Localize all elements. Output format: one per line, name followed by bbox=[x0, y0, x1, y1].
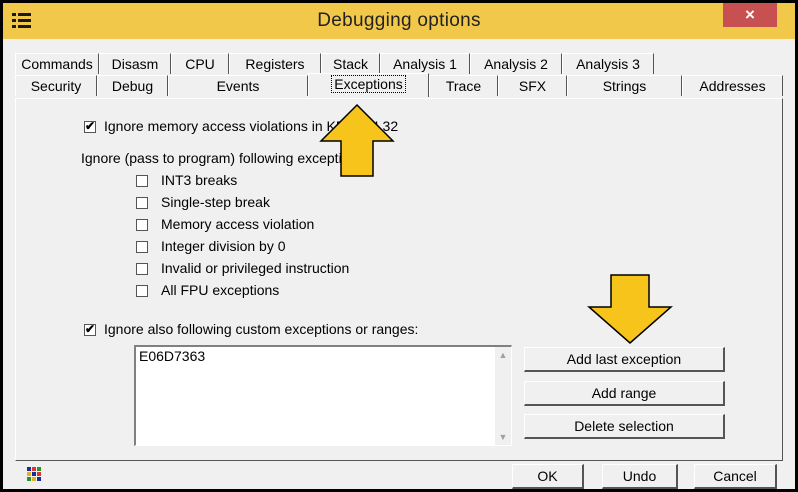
tab-row-2: Security Debug Events Exceptions Trace S… bbox=[15, 73, 785, 97]
invalid-instruction-label: Invalid or privileged instruction bbox=[161, 260, 350, 276]
close-button[interactable]: × bbox=[723, 3, 777, 27]
tab-exceptions-label: Exceptions bbox=[331, 75, 406, 93]
tab-commands[interactable]: Commands bbox=[15, 53, 99, 74]
add-last-exception-button[interactable]: Add last exception bbox=[524, 347, 725, 372]
ok-button[interactable]: OK bbox=[512, 464, 584, 489]
int3-breaks-checkbox[interactable] bbox=[136, 175, 148, 187]
tab-debug[interactable]: Debug bbox=[97, 75, 168, 96]
dialog-client-area: Commands Disasm CPU Registers Stack Anal… bbox=[9, 39, 789, 489]
tab-disasm[interactable]: Disasm bbox=[99, 53, 171, 74]
tab-exceptions[interactable]: Exceptions bbox=[308, 73, 429, 97]
title-bar[interactable]: Debugging options × bbox=[3, 3, 795, 39]
tab-security[interactable]: Security bbox=[15, 75, 97, 96]
tab-analysis-3[interactable]: Analysis 3 bbox=[562, 53, 654, 74]
ignore-kernel32-checkbox[interactable]: ✔ bbox=[84, 120, 96, 133]
fpu-exceptions-label: All FPU exceptions bbox=[161, 282, 280, 298]
tab-analysis-2[interactable]: Analysis 2 bbox=[470, 53, 562, 74]
integer-division-label: Integer division by 0 bbox=[161, 238, 286, 254]
up-arrow-annotation-icon bbox=[319, 103, 395, 177]
debugging-options-window: Debugging options × Commands Disasm CPU … bbox=[0, 0, 798, 492]
tab-registers[interactable]: Registers bbox=[229, 53, 321, 74]
scroll-down-icon[interactable]: ▼ bbox=[495, 429, 511, 445]
window-title: Debugging options bbox=[317, 10, 481, 31]
add-range-button[interactable]: Add range bbox=[524, 381, 725, 406]
tab-trace[interactable]: Trace bbox=[429, 75, 498, 96]
down-arrow-annotation-icon bbox=[587, 274, 673, 344]
tab-cpu[interactable]: CPU bbox=[171, 53, 229, 74]
memory-access-checkbox[interactable] bbox=[136, 219, 148, 231]
int3-breaks-label: INT3 breaks bbox=[161, 172, 238, 188]
cancel-button[interactable]: Cancel bbox=[694, 464, 777, 489]
undo-button[interactable]: Undo bbox=[602, 464, 678, 489]
delete-selection-button[interactable]: Delete selection bbox=[524, 414, 725, 439]
tab-stack[interactable]: Stack bbox=[321, 53, 380, 74]
tab-events[interactable]: Events bbox=[168, 75, 308, 96]
integer-division-checkbox[interactable] bbox=[136, 241, 148, 253]
custom-exceptions-checkbox[interactable]: ✔ bbox=[84, 323, 96, 336]
tab-analysis-1[interactable]: Analysis 1 bbox=[380, 53, 470, 74]
ollydbg-grid-icon bbox=[27, 467, 45, 485]
single-step-checkbox[interactable] bbox=[136, 197, 148, 209]
tab-addresses[interactable]: Addresses bbox=[682, 75, 783, 96]
tab-strings[interactable]: Strings bbox=[567, 75, 682, 96]
list-scrollbar[interactable]: ▲ ▼ bbox=[495, 347, 511, 445]
custom-exceptions-list[interactable]: E06D7363 ▲ ▼ bbox=[134, 345, 512, 446]
invalid-instruction-checkbox[interactable] bbox=[136, 263, 148, 275]
list-item[interactable]: E06D7363 bbox=[139, 348, 205, 364]
tab-sfx[interactable]: SFX bbox=[498, 75, 567, 96]
single-step-label: Single-step break bbox=[161, 194, 270, 210]
custom-exceptions-label: Ignore also following custom exceptions … bbox=[104, 321, 419, 337]
fpu-exceptions-checkbox[interactable] bbox=[136, 285, 148, 297]
scroll-up-icon[interactable]: ▲ bbox=[495, 347, 511, 363]
memory-access-label: Memory access violation bbox=[161, 216, 315, 232]
